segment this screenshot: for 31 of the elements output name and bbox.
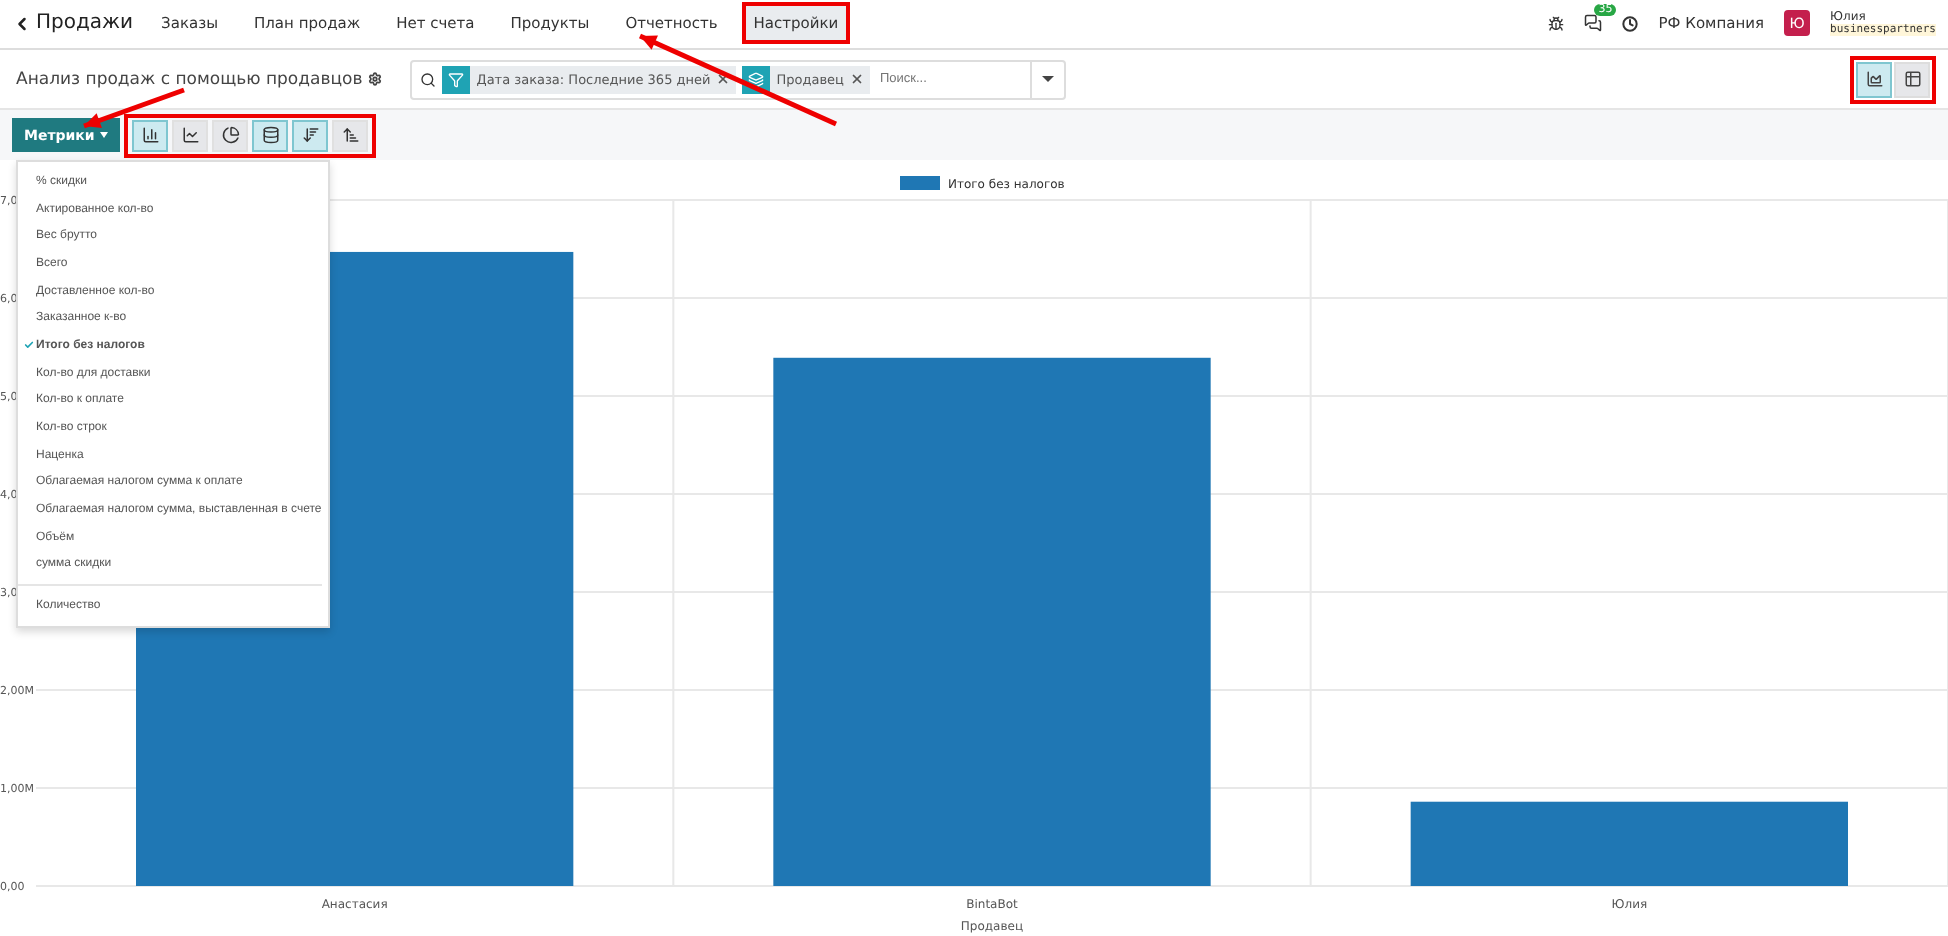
funnel-icon: [448, 71, 465, 88]
page-title: Анализ продаж с помощью продавцов: [16, 69, 363, 90]
line-chart-button[interactable]: [172, 119, 209, 152]
sort-ascending-icon: [341, 126, 360, 145]
legend-swatch[interactable]: [900, 176, 940, 191]
descending-chart-button[interactable]: [292, 119, 329, 152]
settings-icon[interactable]: [368, 72, 383, 87]
table-icon: [1903, 70, 1921, 89]
pie-chart-icon: [221, 126, 240, 145]
line-chart-icon: [181, 126, 200, 145]
close-icon[interactable]: [716, 72, 731, 87]
sort-descending-icon: [301, 126, 320, 145]
area-chart-icon: [1865, 70, 1883, 89]
bar-chart-button[interactable]: [132, 119, 169, 152]
back-icon[interactable]: [12, 13, 32, 34]
bar-chart-icon: [141, 126, 160, 145]
chat-icon[interactable]: [1584, 14, 1603, 33]
pie-chart-button[interactable]: [212, 119, 249, 152]
annotation-arrow: [83, 87, 185, 129]
bug-icon[interactable]: [1548, 15, 1565, 32]
clock-icon[interactable]: [1622, 15, 1639, 32]
check-icon: [24, 340, 34, 351]
pivot-view-button[interactable]: [1894, 61, 1930, 98]
graph-view-button[interactable]: [1856, 61, 1892, 98]
close-icon[interactable]: [849, 72, 864, 87]
layers-icon: [748, 71, 765, 88]
database-icon: [261, 126, 280, 145]
search-icon: [420, 71, 437, 88]
app-title[interactable]: Продажи: [12, 12, 134, 35]
ascending-chart-button[interactable]: [332, 119, 369, 152]
stacked-chart-button[interactable]: [252, 119, 289, 152]
